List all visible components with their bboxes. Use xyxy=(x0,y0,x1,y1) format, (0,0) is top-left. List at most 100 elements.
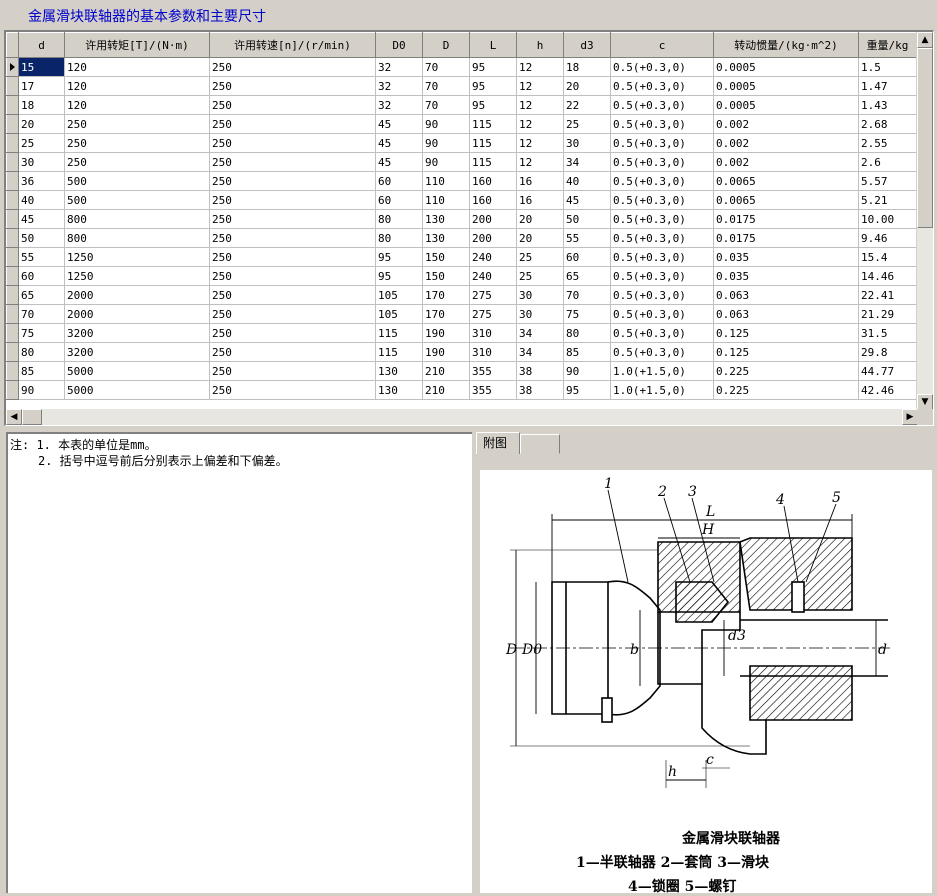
table-cell[interactable]: 20 xyxy=(563,76,611,96)
column-header[interactable]: 重量/kg xyxy=(858,32,917,58)
table-cell[interactable]: 12 xyxy=(516,114,564,134)
table-cell[interactable]: 310 xyxy=(469,323,517,343)
table-cell[interactable]: 0.5(+0.3,0) xyxy=(610,76,714,96)
table-row[interactable]: 36 500 250 60 110 160 16 40 0.5(+0.3,0) 0.0065 5.5… xyxy=(6,171,917,191)
table-cell[interactable]: 25 xyxy=(516,266,564,286)
table-cell[interactable]: 210 xyxy=(422,361,470,381)
table-row[interactable]: 25 250 250 45 90 115 12 30 0.5(+0.3,0) 0.002 2.55 xyxy=(6,133,917,153)
table-cell[interactable]: 160 xyxy=(469,171,517,191)
table-cell[interactable]: 0.5(+0.3,0) xyxy=(610,133,714,153)
table-cell[interactable]: 500 xyxy=(64,190,210,210)
row-indicator[interactable] xyxy=(6,133,19,153)
table-cell[interactable]: 355 xyxy=(469,380,517,400)
table-cell[interactable]: 12 xyxy=(516,95,564,115)
table-cell[interactable]: 65 xyxy=(563,266,611,286)
table-cell[interactable]: 250 xyxy=(209,304,376,324)
row-indicator[interactable] xyxy=(6,228,19,248)
table-cell[interactable]: 0.5(+0.3,0) xyxy=(610,190,714,210)
row-indicator[interactable] xyxy=(6,190,19,210)
table-cell[interactable]: 250 xyxy=(209,190,376,210)
table-cell[interactable]: 21.29 xyxy=(858,304,917,324)
table-cell[interactable]: 95 xyxy=(469,76,517,96)
table-cell[interactable]: 12 xyxy=(516,57,564,77)
table-cell[interactable]: 90 xyxy=(18,380,65,400)
table-cell[interactable]: 115 xyxy=(375,342,423,362)
table-cell[interactable]: 16 xyxy=(516,190,564,210)
row-indicator[interactable] xyxy=(6,114,19,134)
table-cell[interactable]: 75 xyxy=(563,304,611,324)
table-cell[interactable]: 250 xyxy=(209,209,376,229)
table-cell[interactable]: 36 xyxy=(18,171,65,191)
table-cell[interactable]: 20 xyxy=(18,114,65,134)
column-header[interactable]: D xyxy=(422,32,470,58)
table-cell[interactable]: 3200 xyxy=(64,342,210,362)
table-cell[interactable]: 130 xyxy=(375,380,423,400)
table-cell[interactable]: 0.225 xyxy=(713,380,859,400)
row-indicator[interactable] xyxy=(6,342,19,362)
table-cell[interactable]: 130 xyxy=(422,209,470,229)
column-header[interactable]: 许用转矩[T]/(N·m) xyxy=(64,32,210,58)
table-cell[interactable]: 0.5(+0.3,0) xyxy=(610,114,714,134)
table-row[interactable]: 40 500 250 60 110 160 16 45 0.5(+0.3,0) 0.0065 5.2… xyxy=(6,190,917,210)
table-cell[interactable]: 355 xyxy=(469,361,517,381)
table-row[interactable]: 18 120 250 32 70 95 12 22 0.5(+0.3,0) 0.0005 1.43 xyxy=(6,95,917,115)
table-cell[interactable]: 45 xyxy=(375,114,423,134)
table-cell[interactable]: 55 xyxy=(18,247,65,267)
table-cell[interactable]: 105 xyxy=(375,285,423,305)
table-cell[interactable]: 500 xyxy=(64,171,210,191)
table-cell[interactable]: 190 xyxy=(422,323,470,343)
table-cell[interactable]: 0.5(+0.3,0) xyxy=(610,209,714,229)
table-cell[interactable]: 1.5 xyxy=(858,57,917,77)
table-cell[interactable]: 250 xyxy=(209,152,376,172)
table-cell[interactable]: 5000 xyxy=(64,380,210,400)
row-indicator[interactable] xyxy=(6,304,19,324)
table-cell[interactable]: 1250 xyxy=(64,247,210,267)
table-cell[interactable]: 85 xyxy=(18,361,65,381)
table-cell[interactable]: 45 xyxy=(563,190,611,210)
table-cell[interactable]: 34 xyxy=(516,323,564,343)
table-row[interactable]: 70 2000 250 105 170 275 30 75 0.5(+0.3,0) 0.063 21… xyxy=(6,304,917,324)
table-cell[interactable]: 85 xyxy=(563,342,611,362)
table-cell[interactable]: 240 xyxy=(469,247,517,267)
scroll-down-button[interactable]: ▼ xyxy=(917,394,933,410)
table-cell[interactable]: 30 xyxy=(18,152,65,172)
table-cell[interactable]: 5.21 xyxy=(858,190,917,210)
table-cell[interactable]: 45 xyxy=(375,133,423,153)
table-cell[interactable]: 250 xyxy=(209,171,376,191)
table-cell[interactable]: 0.002 xyxy=(713,152,859,172)
table-cell[interactable]: 150 xyxy=(422,247,470,267)
table-cell[interactable]: 0.5(+0.3,0) xyxy=(610,323,714,343)
table-cell[interactable]: 90 xyxy=(422,114,470,134)
table-cell[interactable]: 1.47 xyxy=(858,76,917,96)
table-row[interactable]: 90 5000 250 130 210 355 38 95 1.0(+1.5,0) 0.225 42… xyxy=(6,380,917,400)
column-header[interactable]: 许用转速[n]/(r/min) xyxy=(209,32,376,58)
table-cell[interactable]: 110 xyxy=(422,171,470,191)
table-cell[interactable]: 0.0065 xyxy=(713,171,859,191)
table-cell[interactable]: 0.5(+0.3,0) xyxy=(610,228,714,248)
table-cell[interactable]: 30 xyxy=(563,133,611,153)
table-cell[interactable]: 25 xyxy=(18,133,65,153)
table-cell[interactable]: 80 xyxy=(375,228,423,248)
table-cell[interactable]: 80 xyxy=(563,323,611,343)
table-cell[interactable]: 0.002 xyxy=(713,133,859,153)
table-cell[interactable]: 9.46 xyxy=(858,228,917,248)
table-cell[interactable]: 44.77 xyxy=(858,361,917,381)
table-cell[interactable]: 0.0005 xyxy=(713,95,859,115)
table-cell[interactable]: 32 xyxy=(375,95,423,115)
table-cell[interactable]: 0.0175 xyxy=(713,209,859,229)
table-cell[interactable]: 130 xyxy=(422,228,470,248)
table-cell[interactable]: 38 xyxy=(516,361,564,381)
table-cell[interactable]: 16 xyxy=(516,171,564,191)
table-cell[interactable]: 120 xyxy=(64,95,210,115)
table-cell[interactable]: 115 xyxy=(469,114,517,134)
table-row[interactable]: 60 1250 250 95 150 240 25 65 0.5(+0.3,0) 0.035 14.… xyxy=(6,266,917,286)
current-row-indicator[interactable] xyxy=(6,57,19,77)
table-cell[interactable]: 31.5 xyxy=(858,323,917,343)
scroll-up-button[interactable]: ▲ xyxy=(917,32,933,48)
table-cell[interactable]: 14.46 xyxy=(858,266,917,286)
table-cell[interactable]: 250 xyxy=(209,76,376,96)
table-cell[interactable]: 42.46 xyxy=(858,380,917,400)
table-cell[interactable]: 160 xyxy=(469,190,517,210)
table-cell[interactable]: 70 xyxy=(422,57,470,77)
row-indicator[interactable] xyxy=(6,76,19,96)
